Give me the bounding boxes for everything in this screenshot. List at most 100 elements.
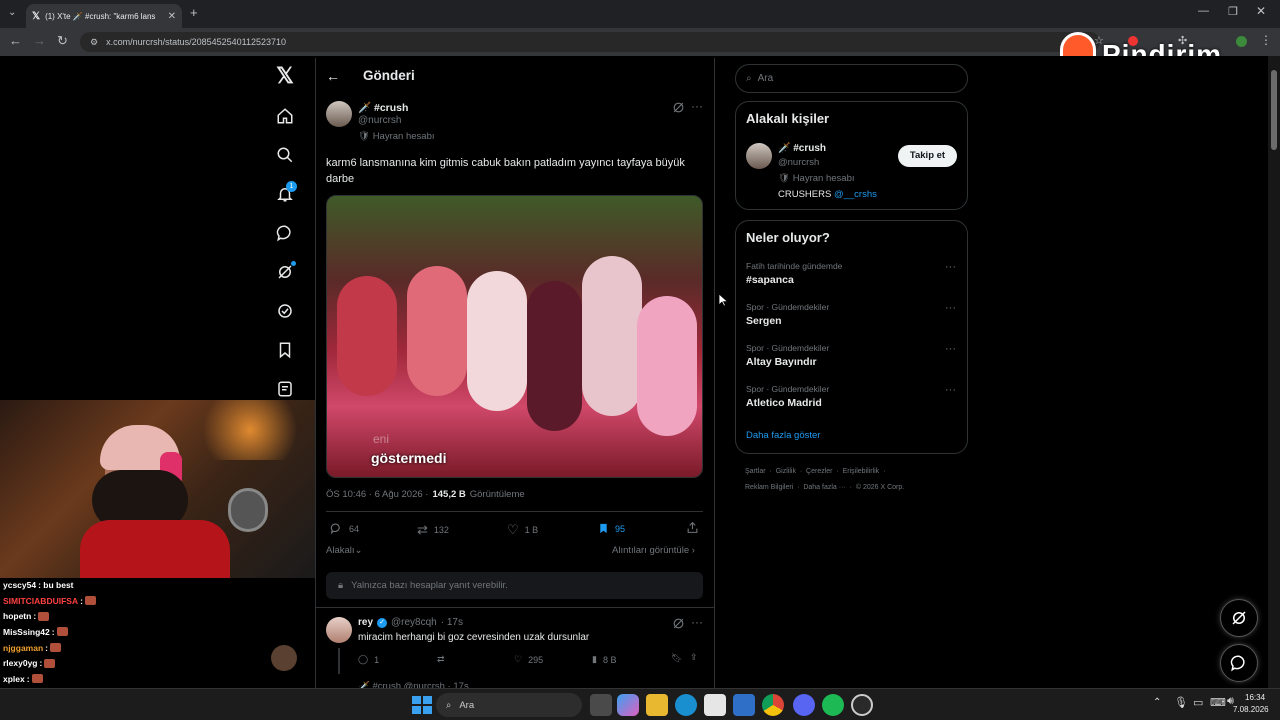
chat-username[interactable]: rlexy0yg <box>3 658 38 668</box>
store-icon[interactable] <box>704 694 726 716</box>
scrollbar-thumb[interactable] <box>1271 70 1277 150</box>
messages-fab-button[interactable] <box>1220 644 1258 682</box>
back-button[interactable]: ← <box>326 68 340 84</box>
reply-time[interactable]: · 17s <box>441 617 463 628</box>
repost-button[interactable]: ⇄ 132 <box>417 522 449 538</box>
file-explorer-icon[interactable] <box>646 694 668 716</box>
page-scrollbar[interactable] <box>1268 56 1280 688</box>
chat-text: : <box>26 673 30 684</box>
reply-handle[interactable]: @rey8cqh <box>391 617 437 628</box>
reload-icon[interactable]: ↻ <box>57 33 68 49</box>
browser-tab[interactable]: 𝕏 (1) X'te 🗡️ #crush: "karm6 lans ✕ <box>26 4 182 28</box>
bookmarks-icon[interactable] <box>272 337 298 363</box>
trend-more-icon[interactable]: ··· <box>945 343 956 355</box>
author-handle[interactable]: @nurcrsh <box>358 115 402 126</box>
chat-username[interactable]: xplex <box>3 674 25 684</box>
grok-explain-icon[interactable] <box>672 101 685 119</box>
reply-name[interactable]: rey <box>358 617 373 628</box>
notifications-bell-icon[interactable]: 1 <box>272 181 298 207</box>
reply-like-button[interactable]: ♡ 295 <box>514 654 543 665</box>
trend-item[interactable]: Spor · Gündemdekiler Atletico Madrid ··· <box>746 384 958 409</box>
verified-orgs-icon[interactable] <box>272 298 298 324</box>
trend-more-icon[interactable]: ··· <box>945 384 956 396</box>
messages-icon[interactable] <box>272 220 298 246</box>
display-icon[interactable]: ▭ <box>1193 696 1203 709</box>
taskbar-search[interactable]: ⌕ Ara <box>436 693 582 717</box>
reply-share-button[interactable]: ⇪ <box>690 652 698 663</box>
back-arrow-icon[interactable]: ← <box>9 33 22 48</box>
search-icon[interactable] <box>272 142 298 168</box>
view-quotes-link[interactable]: Alıntıları görüntüle › <box>612 545 695 556</box>
reply-restriction-text: Yalnızca bazı hesaplar yanıt verebilir. <box>351 580 508 591</box>
discord-icon[interactable] <box>793 694 815 716</box>
reply-button[interactable]: 64 <box>330 522 359 535</box>
minimize-button[interactable]: — <box>1198 5 1209 17</box>
bookmark-button[interactable]: 95 <box>598 522 625 535</box>
search-box[interactable]: ⌕ Ara <box>735 64 968 93</box>
restore-button[interactable]: ❐ <box>1228 5 1238 18</box>
like-button[interactable]: ♡ 1 B <box>507 522 538 538</box>
chat-username[interactable]: hopetn <box>3 611 31 621</box>
bio-link[interactable]: @__crshs <box>834 189 877 200</box>
trend-more-icon[interactable]: ··· <box>945 302 956 314</box>
chat-username[interactable]: ycscy54 <box>3 580 36 590</box>
follow-button[interactable]: Takip et <box>898 145 957 167</box>
grok-fab-button[interactable] <box>1220 599 1258 637</box>
profile-icon[interactable] <box>1236 36 1247 47</box>
reply-views-button[interactable]: ▮ 8 B <box>592 654 616 665</box>
relevant-person-avatar[interactable] <box>746 143 772 169</box>
site-info-icon[interactable]: ⚙ <box>90 37 98 48</box>
trend-item[interactable]: Fatih tarihinde gündemde #sapanca ··· <box>746 261 958 286</box>
forward-arrow-icon[interactable]: → <box>33 33 46 48</box>
show-more-link[interactable]: Daha fazla göster <box>746 430 820 441</box>
footer-links-2[interactable]: Reklam Bilgileri · Daha fazla ··· · © 20… <box>745 484 904 491</box>
share-button[interactable] <box>686 521 699 534</box>
home-icon[interactable] <box>272 103 298 129</box>
reply-grok-icon[interactable] <box>672 617 685 635</box>
post-timestamp[interactable]: ÖS 10:46 · 6 Ağu 2026 · <box>326 489 428 500</box>
relevant-sort[interactable]: Alakalı⌄ <box>326 545 362 556</box>
close-tab-icon[interactable]: ✕ <box>168 11 176 22</box>
author-name[interactable]: 🗡️ #crush <box>358 101 408 114</box>
chat-username[interactable]: njggaman <box>3 643 43 653</box>
new-tab-button[interactable]: + <box>190 5 198 20</box>
taskbar-date[interactable]: 7.08.2026 <box>1233 705 1269 714</box>
video-crowd-6 <box>637 296 697 436</box>
close-window-button[interactable]: ✕ <box>1256 4 1266 18</box>
relevant-person-handle[interactable]: @nurcrsh <box>778 157 819 168</box>
footer-links-1[interactable]: Şartlar · Gizlilik · Çerezler · Erişileb… <box>745 468 885 475</box>
taskbar-time[interactable]: 16:34 <box>1245 693 1265 702</box>
edge-icon[interactable] <box>675 694 697 716</box>
reply-repost-button[interactable]: ⇄ <box>437 654 445 665</box>
spotify-icon[interactable] <box>822 694 844 716</box>
network-icon[interactable]: ⌨ <box>1210 696 1226 709</box>
obs-icon[interactable] <box>851 694 873 716</box>
menu-kebab-icon[interactable]: ⋮ <box>1260 33 1272 47</box>
mail-icon[interactable] <box>733 694 755 716</box>
trend-item[interactable]: Spor · Gündemdekiler Altay Bayındır ··· <box>746 343 958 368</box>
trend-item[interactable]: Spor · Gündemdekiler Sergen ··· <box>746 302 958 327</box>
chrome-icon[interactable] <box>762 694 784 716</box>
chat-username[interactable]: MisSsing42 <box>3 627 50 637</box>
author-avatar[interactable] <box>326 101 352 127</box>
tray-chevron-icon[interactable]: ⌃ <box>1153 697 1161 708</box>
grok-icon[interactable] <box>272 259 298 285</box>
trend-more-icon[interactable]: ··· <box>945 261 956 273</box>
video-crowd-5 <box>582 256 642 416</box>
microphone-icon[interactable]: 🎙︎ <box>1174 696 1188 709</box>
reply-more-icon[interactable]: ··· <box>691 615 703 629</box>
lists-icon[interactable] <box>272 376 298 402</box>
relevant-person-name[interactable]: 🗡️ #crush <box>778 143 826 154</box>
task-view-icon[interactable] <box>590 694 612 716</box>
url-omnibox[interactable]: ⚙ x.com/nurcrsh/status/20854525401125237… <box>80 32 1100 52</box>
start-windows-icon[interactable] <box>410 694 432 716</box>
post-video[interactable]: eni göstermedi <box>326 195 703 478</box>
tab-search-button[interactable]: ⌄ <box>8 7 16 18</box>
reply-avatar[interactable] <box>326 617 352 643</box>
x-logo-icon[interactable]: 𝕏 <box>272 63 298 89</box>
post-more-icon[interactable]: ··· <box>691 99 703 113</box>
reply-reply-button[interactable]: ◯ 1 <box>358 654 379 665</box>
chat-username[interactable]: SIMITCIABDUIFSA <box>3 596 78 606</box>
copilot-icon[interactable] <box>617 694 639 716</box>
reply-bookmark-button[interactable]: 🔖︎ <box>671 653 682 664</box>
